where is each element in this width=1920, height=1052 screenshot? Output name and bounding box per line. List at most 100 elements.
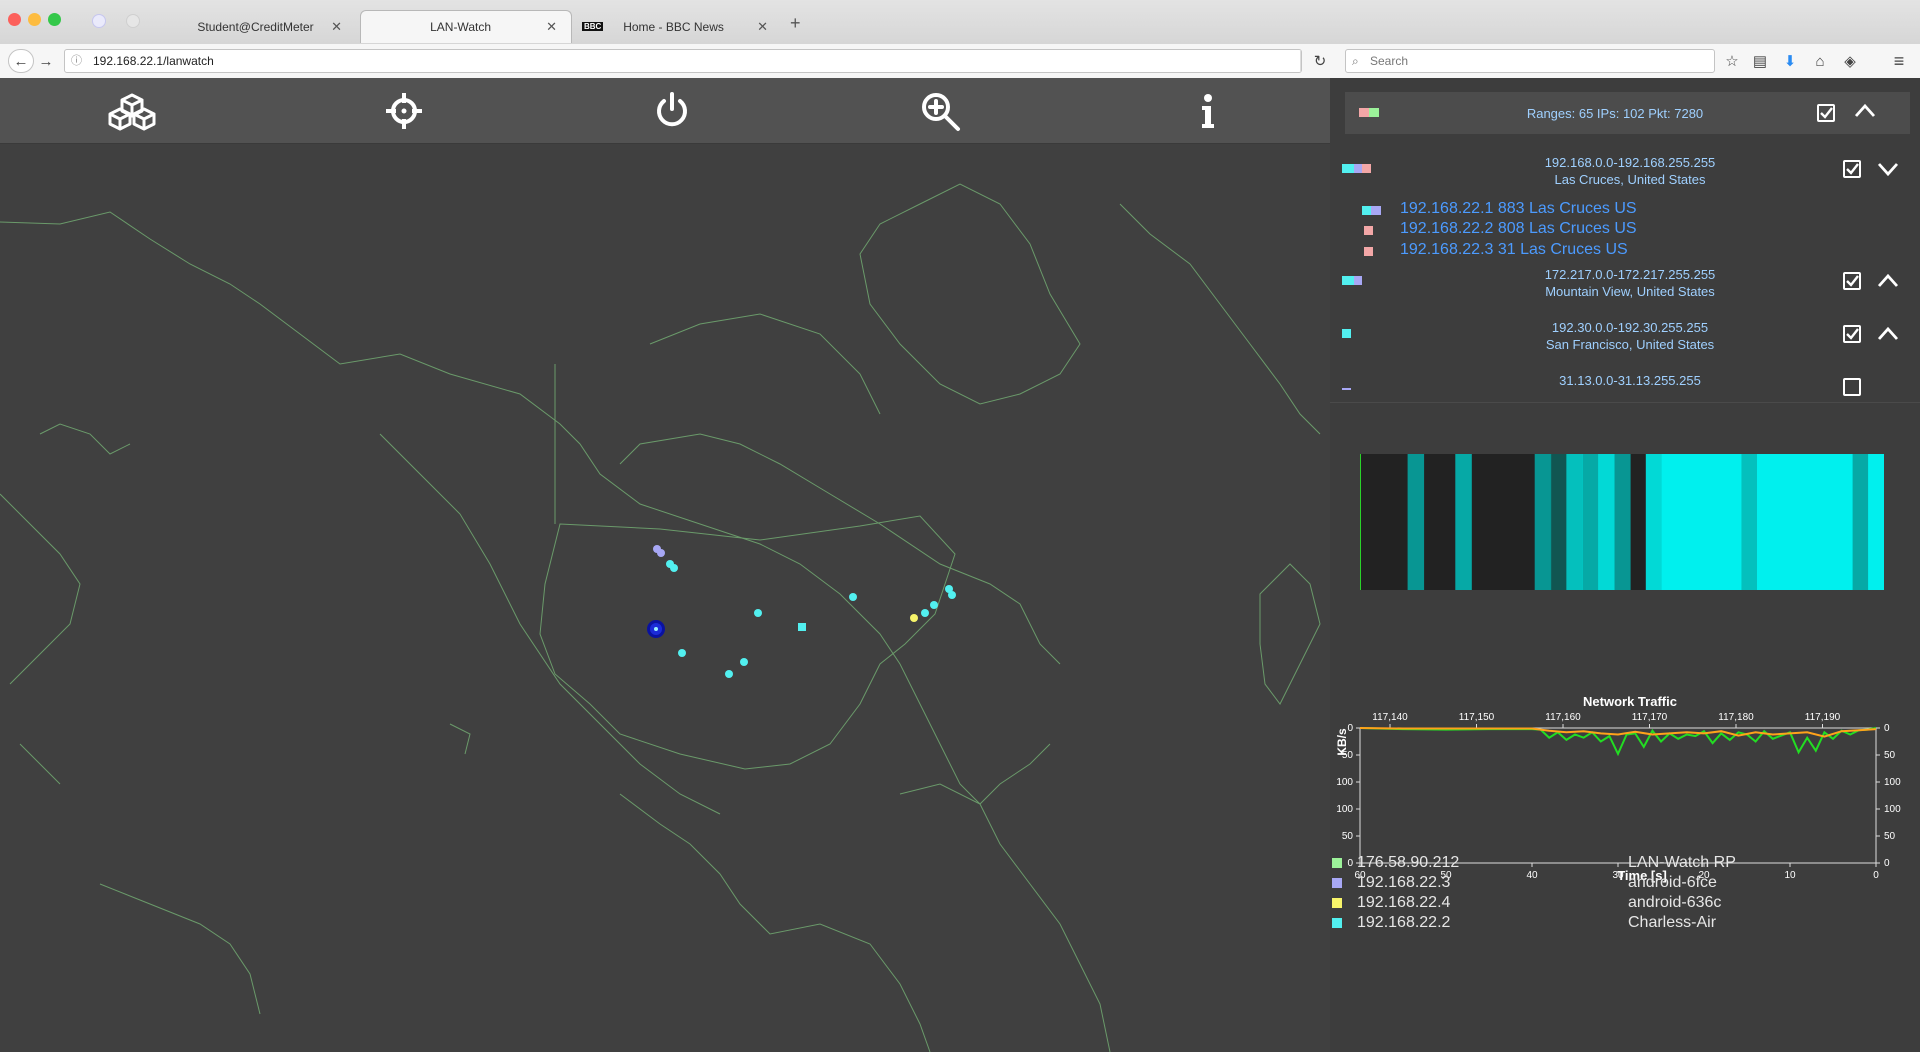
search-input[interactable]: ⌕ Search: [1345, 49, 1715, 73]
network-traffic-chart: Network Traffic Time [s] KB/s 60 50 40 30 20…: [1335, 694, 1901, 883]
legend-row[interactable]: 192.168.22.4 android-636c: [1330, 894, 1920, 914]
map-connection-dot[interactable]: [740, 658, 748, 666]
collapse-all-icon[interactable]: [1853, 100, 1877, 127]
power-icon[interactable]: [648, 88, 696, 134]
activity-band: [1804, 454, 1822, 590]
minimize-window-button[interactable]: [28, 13, 41, 26]
tab-title: Home - BBC News: [623, 19, 724, 34]
zoom-in-icon[interactable]: [916, 88, 964, 134]
reload-icon[interactable]: ↻: [1310, 49, 1330, 73]
range-checkbox[interactable]: [1843, 160, 1861, 178]
y-tick-label: 100: [1884, 777, 1901, 788]
legend-name: LAN-Watch RP: [1628, 854, 1736, 871]
pinned-tab-icon[interactable]: [92, 14, 106, 28]
activity-band: [1693, 454, 1710, 590]
maximize-window-button[interactable]: [48, 13, 61, 26]
top-tick-label: 117,140: [1372, 712, 1408, 723]
chevron-down-icon[interactable]: [1876, 158, 1900, 185]
range-list: 192.168.0.0-192.168.255.255 Las Cruces, U…: [1330, 148, 1920, 398]
new-tab-button[interactable]: +: [790, 13, 801, 34]
range-item[interactable]: 192.30.0.0-192.30.255.255 San Francisco, …: [1330, 317, 1920, 369]
info-icon[interactable]: [1184, 88, 1232, 134]
activity-band: [1820, 454, 1837, 590]
map-connection-dot[interactable]: [754, 609, 762, 617]
chevron-up-icon[interactable]: [1876, 270, 1900, 297]
top-tick-label: 117,180: [1718, 712, 1754, 723]
range-checkbox[interactable]: [1843, 272, 1861, 290]
color-swatch: [1359, 108, 1369, 117]
pinned-tab-icon[interactable]: [126, 14, 140, 28]
chevron-up-icon[interactable]: [1876, 323, 1900, 350]
map-connection-dot[interactable]: [948, 591, 956, 599]
ip-entry[interactable]: 192.168.22.3 31 Las Cruces US: [1400, 241, 1628, 259]
activity-band: [1852, 454, 1869, 590]
range-checkbox[interactable]: [1843, 378, 1861, 396]
host-legend: 176.58.90.212 LAN-Watch RP 192.168.22.3 …: [1330, 854, 1920, 944]
reader-list-icon[interactable]: ▤: [1750, 49, 1770, 73]
ip-entry[interactable]: 192.168.22.2 808 Las Cruces US: [1400, 220, 1637, 238]
map-connection-dot[interactable]: [849, 593, 857, 601]
range-label: 192.30.0.0-192.30.255.255 San Francisco, …: [1400, 319, 1860, 353]
legend-row[interactable]: 176.58.90.212 LAN-Watch RP: [1330, 854, 1920, 874]
map-connection-dot[interactable]: [921, 609, 929, 617]
navigation-bar: ← → ⓘ 192.168.22.1/lanwatch ↻ ⌕ Search ☆…: [0, 44, 1920, 78]
menu-icon[interactable]: ≡: [1888, 49, 1910, 73]
bbc-favicon-icon: BBC: [582, 22, 604, 31]
map-connection-dot[interactable]: [798, 623, 806, 631]
world-map[interactable]: [0, 144, 1330, 1052]
activity-band: [1788, 454, 1806, 590]
summary-checkbox[interactable]: [1817, 104, 1835, 122]
tab-lan-watch[interactable]: LAN-Watch ✕: [360, 10, 572, 43]
range-item[interactable]: 31.13.0.0-31.13.255.255: [1330, 370, 1920, 398]
activity-band: [1582, 454, 1599, 590]
tab-bbc-news[interactable]: BBC Home - BBC News ✕: [576, 10, 782, 43]
map-connection-dot[interactable]: [678, 649, 686, 657]
pocket-icon[interactable]: ◈: [1840, 49, 1860, 73]
forward-button[interactable]: →: [36, 49, 56, 73]
close-window-button[interactable]: [8, 13, 21, 26]
close-tab-icon[interactable]: ✕: [757, 19, 768, 35]
legend-swatch: [1332, 898, 1342, 908]
activity-band: [1677, 454, 1695, 590]
range-checkbox[interactable]: [1843, 325, 1861, 343]
activity-band: [1455, 454, 1472, 590]
search-icon: ⌕: [1352, 54, 1359, 68]
map-connection-dot[interactable]: [670, 564, 678, 572]
y-tick-label: 100: [1336, 804, 1353, 815]
info-icon[interactable]: ⓘ: [71, 50, 82, 72]
download-icon[interactable]: ⬇: [1780, 49, 1800, 73]
url-text: 192.168.22.1/lanwatch: [93, 54, 214, 68]
map-connection-dot[interactable]: [930, 601, 938, 609]
y-tick-label: 50: [1342, 750, 1354, 761]
map-connection-dot[interactable]: [910, 614, 918, 622]
browser-chrome: Student@CreditMeter ✕ LAN-Watch ✕ BBC Ho…: [0, 0, 1920, 78]
back-button[interactable]: ←: [8, 49, 34, 73]
activity-band: [1645, 454, 1663, 590]
side-panel: Ranges: 65 IPs: 102 Pkt: 7280 192.168.0.…: [1330, 78, 1920, 1052]
tab-student-creditmeter[interactable]: Student@CreditMeter ✕: [166, 10, 356, 43]
url-bar[interactable]: ⓘ 192.168.22.1/lanwatch: [64, 49, 1302, 73]
color-swatch: [1369, 108, 1379, 117]
close-tab-icon[interactable]: ✕: [331, 19, 342, 35]
range-item[interactable]: 192.168.0.0-192.168.255.255 Las Cruces, U…: [1330, 152, 1920, 204]
summary-text: Ranges: 65 IPs: 102 Pkt: 7280: [1526, 105, 1704, 121]
legend-name: android-636c: [1628, 894, 1722, 911]
map-connection-dot[interactable]: [725, 670, 733, 678]
legend-row[interactable]: 192.168.22.2 Charless-Air: [1330, 914, 1920, 934]
legend-name: android-6fce: [1628, 874, 1717, 891]
activity-band: [1757, 454, 1774, 590]
map-host-marker[interactable]: [647, 620, 665, 638]
crosshair-icon[interactable]: [380, 88, 428, 134]
y-tick-label: 0: [1347, 723, 1353, 734]
map-connection-dot[interactable]: [657, 549, 665, 557]
y-tick-label: 100: [1884, 804, 1901, 815]
close-tab-icon[interactable]: ✕: [546, 19, 557, 35]
top-tick-label: 117,170: [1632, 712, 1668, 723]
home-icon[interactable]: ⌂: [1810, 49, 1830, 73]
range-item[interactable]: 172.217.0.0-172.217.255.255 Mountain View…: [1330, 264, 1920, 316]
legend-row[interactable]: 192.168.22.3 android-6fce: [1330, 874, 1920, 894]
top-tick-label: 117,150: [1459, 712, 1495, 723]
bookmark-star-icon[interactable]: ☆: [1722, 49, 1742, 73]
ip-entry[interactable]: 192.168.22.1 883 Las Cruces US: [1400, 200, 1637, 218]
cubes-icon[interactable]: [108, 88, 156, 134]
